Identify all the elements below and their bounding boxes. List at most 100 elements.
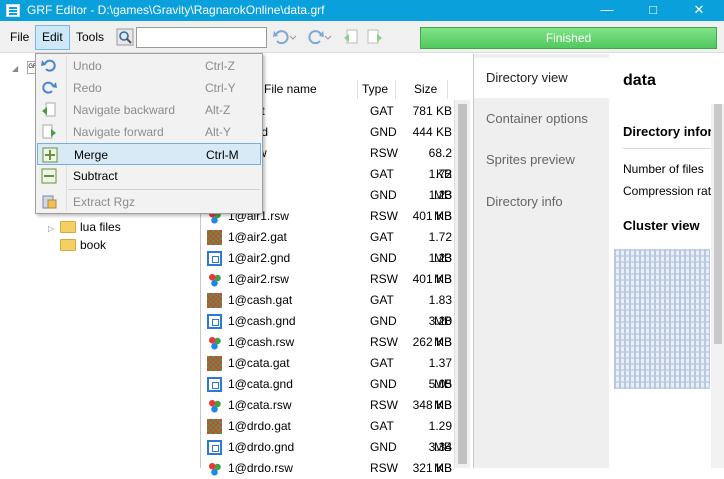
tab-sprites-preview[interactable]: Sprites preview [474,140,609,180]
file-name-cell: 1@cata.gnd [228,377,293,391]
table-row[interactable]: 1@cata.gat GAT 1.37 MB [202,353,470,391]
navigate-backward-icon [41,102,57,118]
redo-icon [41,80,57,96]
file-name-cell: 1@cash.gnd [228,314,296,328]
tree-item-label: book [80,238,107,252]
tab-directory-info[interactable]: Directory info [474,182,609,222]
window-title: GRF Editor - D:\games\Gravity\RagnarokOn… [27,3,325,17]
tab-container-options[interactable]: Container options [474,99,609,139]
maximize-button[interactable]: □ [630,0,676,21]
file-size-cell: 262 KB [412,335,452,349]
table-row[interactable]: 1@air2.rsw RSW 401 KB [202,269,470,290]
file-name-cell: 1@drdo.gat [228,419,291,433]
gat-file-icon [207,230,222,245]
table-row[interactable]: 1@drdo.gnd GND 3.34 MB [202,437,470,475]
close-button[interactable]: ✕ [676,0,722,21]
app-icon [6,4,20,17]
menu-edit[interactable]: Edit [35,25,70,50]
file-type-cell: GAT [370,419,394,433]
gnd-file-icon [207,377,222,392]
menu-item-shortcut: Ctrl-M [206,148,239,162]
expand-arrow-icon[interactable]: ▷ [48,220,60,238]
table-row[interactable]: 1@air2.gnd GND 1.23 MB [202,248,470,286]
cluster-view-heading: Cluster view [623,218,700,233]
tree-item-book[interactable]: book [60,236,106,254]
table-row[interactable]: 1@cash.gat GAT 1.83 MB [202,290,470,328]
column-header-type[interactable]: Type [358,80,396,99]
table-row[interactable]: 1@cash.gnd GND 3.20 MB [202,311,470,349]
menu-item-navigate-backward[interactable]: Navigate backward Alt-Z [37,99,261,121]
menu-item-label: Subtract [73,169,118,183]
file-type-cell: GAT [370,167,394,181]
file-size-cell: 401 KB [412,272,452,286]
file-size-cell: 321 KB [412,461,452,475]
directory-info-heading: Directory infor [623,124,713,139]
edit-menu-dropdown: Undo Ctrl-Z Redo Ctrl-Y Navigate backwar… [35,53,263,214]
undo-dropdown-icon[interactable] [289,28,307,46]
tab-directory-view[interactable]: Directory view [474,58,617,98]
menu-file[interactable]: File [4,25,35,50]
file-type-cell: GND [370,314,397,328]
table-row[interactable]: 1@drdo.rsw RSW 321 KB [202,458,470,479]
file-name-cell: 1@air2.gnd [228,251,291,265]
menu-item-shortcut: Ctrl-Z [205,59,235,73]
gnd-file-icon [207,314,222,329]
redo-icon[interactable] [307,28,325,46]
scrollbar-thumb[interactable] [714,104,722,344]
file-type-cell: RSW [370,272,398,286]
file-size-cell: 444 KB [412,125,452,139]
undo-icon[interactable] [272,28,290,46]
menu-item-merge[interactable]: Merge Ctrl-M [37,143,261,165]
column-header-name[interactable]: File name [260,80,358,99]
table-row[interactable]: 1@air2.gat GAT 1.72 MB [202,227,470,265]
search-input[interactable] [136,27,267,48]
file-size-cell: 781 KB [412,104,452,118]
menu-item-navigate-forward[interactable]: Navigate forward Alt-Y [37,121,261,143]
right-panel: Directory view Container options Sprites… [473,54,724,468]
right-panel-scrollbar[interactable] [711,104,724,468]
navigate-backward-icon[interactable] [342,28,360,46]
file-name-cell: 1@air2.gat [228,230,287,244]
search-icon[interactable] [116,28,134,46]
menu-item-redo[interactable]: Redo Ctrl-Y [37,77,261,99]
table-row[interactable]: 1@cata.gnd GND 5.05 MB [202,374,470,412]
menu-item-extract-rgz[interactable]: Extract Rgz [37,191,261,213]
menu-item-label: Merge [74,148,109,162]
table-row[interactable]: 1@cata.rsw RSW 348 KB [202,395,470,416]
table-row[interactable]: 1@drdo.gat GAT 1.29 MB [202,416,470,454]
file-list-scrollbar[interactable] [454,100,470,468]
menu-item-shortcut: Alt-Y [205,125,232,139]
extract-rgz-icon [41,194,57,210]
file-size-cell: 401 KB [412,209,452,223]
divider [623,148,724,149]
menu-item-label: Navigate backward [73,103,176,117]
tree-item-lua-files[interactable]: ▷ lua files [48,218,121,236]
table-row[interactable]: 1@cash.rsw RSW 262 KB [202,332,470,353]
scrollbar-thumb[interactable] [458,104,467,464]
menu-tools[interactable]: Tools [70,25,110,50]
redo-dropdown-icon[interactable] [324,28,342,46]
file-type-cell: GND [370,251,397,265]
rsw-file-icon [207,272,222,287]
collapse-arrow-icon[interactable]: ◢ [12,60,24,78]
title-bar: GRF Editor - D:\games\Gravity\RagnarokOn… [0,0,724,21]
menu-item-label: Navigate forward [73,125,164,139]
navigate-forward-icon [41,124,57,140]
menu-item-undo[interactable]: Undo Ctrl-Z [37,55,261,77]
column-header-size[interactable]: Size [396,80,448,99]
file-type-cell: GND [370,377,397,391]
file-name-cell: 1@cash.rsw [228,335,295,349]
file-size-cell: 348 KB [412,398,452,412]
rsw-file-icon [207,335,222,350]
minimize-button[interactable]: — [584,0,630,21]
file-type-cell: RSW [370,461,398,475]
file-type-cell: GAT [370,230,394,244]
menu-item-subtract[interactable]: Subtract [37,165,261,187]
tree-item-label: lua files [80,220,121,234]
subtract-icon [41,168,57,184]
file-type-cell: GND [370,125,397,139]
file-name-cell: 1@air2.rsw [228,272,289,286]
file-type-cell: GAT [370,356,394,370]
navigate-forward-icon[interactable] [366,28,384,46]
menu-separator [68,189,260,190]
